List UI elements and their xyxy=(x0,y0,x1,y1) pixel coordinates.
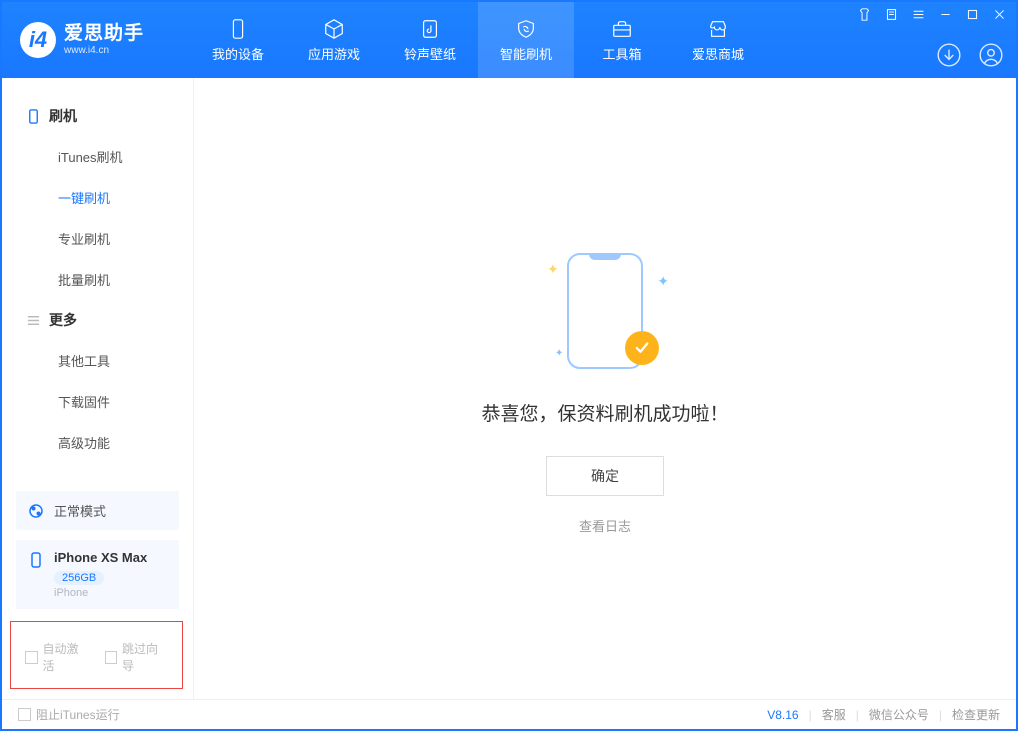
app-title: 爱思助手 xyxy=(64,24,144,45)
view-log-link[interactable]: 查看日志 xyxy=(579,516,631,535)
nav-label: 智能刷机 xyxy=(500,44,552,63)
device-name: iPhone XS Max xyxy=(54,550,147,565)
nav-label: 应用游戏 xyxy=(308,44,360,63)
success-message: 恭喜您，保资料刷机成功啦！ xyxy=(481,399,728,426)
toolbox-icon xyxy=(611,18,633,40)
sidebar-item-oneclick-flash[interactable]: 一键刷机 xyxy=(2,177,193,218)
window-controls xyxy=(858,8,1006,21)
sparkle-icon: ✦ xyxy=(657,273,669,290)
header: i4 爱思助手 www.i4.cn 我的设备 应用游戏 铃声壁纸 智能刷机 工具… xyxy=(2,2,1016,78)
sidebar-group-more: 更多 xyxy=(2,300,193,340)
nav-label: 爱思商城 xyxy=(692,44,744,63)
success-illustration: ✦ ✦ ✦ xyxy=(545,243,665,373)
logo-icon: i4 xyxy=(20,22,56,58)
footer-link-update[interactable]: 检查更新 xyxy=(952,706,1000,723)
checkbox-skip-guide[interactable]: 跳过向导 xyxy=(105,640,169,674)
cube-icon xyxy=(323,18,345,40)
nav-ringtone-wallpaper[interactable]: 铃声壁纸 xyxy=(382,2,478,78)
tshirt-icon[interactable] xyxy=(858,8,871,21)
nav-my-device[interactable]: 我的设备 xyxy=(190,2,286,78)
app-subtitle: www.i4.cn xyxy=(64,45,144,56)
download-icon[interactable] xyxy=(936,42,962,68)
checkbox-block-itunes[interactable]: 阻止iTunes运行 xyxy=(18,706,120,723)
sidebar-group-flash: 刷机 xyxy=(2,96,193,136)
nav-smart-flash[interactable]: 智能刷机 xyxy=(478,2,574,78)
maximize-icon[interactable] xyxy=(966,8,979,21)
logo[interactable]: i4 爱思助手 www.i4.cn xyxy=(20,2,190,78)
nav: 我的设备 应用游戏 铃声壁纸 智能刷机 工具箱 爱思商城 xyxy=(190,2,766,78)
sidebar: 刷机 iTunes刷机 一键刷机 专业刷机 批量刷机 更多 其他工具 下载固件 … xyxy=(2,78,194,699)
note-icon[interactable] xyxy=(885,8,898,21)
nav-label: 我的设备 xyxy=(212,44,264,63)
checkbox-auto-activate[interactable]: 自动激活 xyxy=(25,640,89,674)
footer: 阻止iTunes运行 V8.16 | 客服 | 微信公众号 | 检查更新 xyxy=(2,699,1016,729)
device-icon xyxy=(227,18,249,40)
options-row: 自动激活 跳过向导 xyxy=(10,621,183,689)
refresh-shield-icon xyxy=(515,18,537,40)
mode-icon xyxy=(28,503,44,519)
main-content: ✦ ✦ ✦ 恭喜您，保资料刷机成功啦！ 确定 查看日志 xyxy=(194,78,1016,699)
version-label: V8.16 xyxy=(767,708,798,722)
phone-icon xyxy=(26,109,41,124)
nav-label: 铃声壁纸 xyxy=(404,44,456,63)
sparkle-icon: ✦ xyxy=(555,348,563,359)
sidebar-item-batch-flash[interactable]: 批量刷机 xyxy=(2,259,193,300)
device-mode[interactable]: 正常模式 xyxy=(16,491,179,530)
user-icon[interactable] xyxy=(978,42,1004,68)
nav-apps-games[interactable]: 应用游戏 xyxy=(286,2,382,78)
sidebar-item-pro-flash[interactable]: 专业刷机 xyxy=(2,218,193,259)
device-small-icon xyxy=(28,552,44,568)
music-icon xyxy=(419,18,441,40)
nav-label: 工具箱 xyxy=(602,44,641,63)
close-icon[interactable] xyxy=(993,8,1006,21)
device-capacity: 256GB xyxy=(54,571,104,585)
mode-label: 正常模式 xyxy=(54,501,106,520)
header-actions xyxy=(936,42,1004,68)
nav-toolbox[interactable]: 工具箱 xyxy=(574,2,670,78)
device-card[interactable]: iPhone XS Max 256GB iPhone xyxy=(16,540,179,609)
footer-link-wechat[interactable]: 微信公众号 xyxy=(869,706,929,723)
sidebar-item-other-tools[interactable]: 其他工具 xyxy=(2,340,193,381)
menu-icon xyxy=(26,313,41,328)
nav-store[interactable]: 爱思商城 xyxy=(670,2,766,78)
minimize-icon[interactable] xyxy=(939,8,952,21)
footer-link-support[interactable]: 客服 xyxy=(822,706,846,723)
sidebar-item-download-firmware[interactable]: 下载固件 xyxy=(2,381,193,422)
device-type: iPhone xyxy=(54,587,147,599)
ok-button[interactable]: 确定 xyxy=(546,456,664,496)
check-badge-icon xyxy=(625,331,659,365)
sparkle-icon: ✦ xyxy=(547,261,559,278)
sidebar-item-advanced[interactable]: 高级功能 xyxy=(2,422,193,463)
sidebar-item-itunes-flash[interactable]: iTunes刷机 xyxy=(2,136,193,177)
menu-icon[interactable] xyxy=(912,8,925,21)
store-icon xyxy=(707,18,729,40)
